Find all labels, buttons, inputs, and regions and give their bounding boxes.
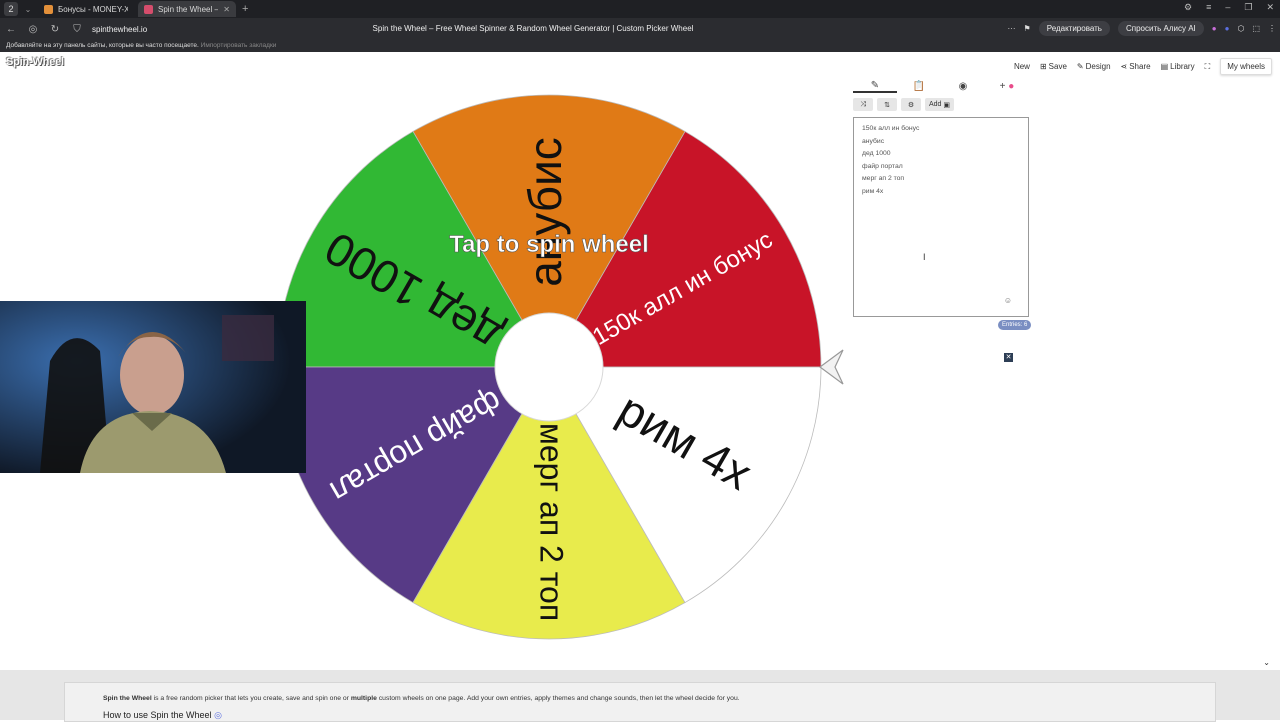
design-label: Design <box>1085 62 1111 71</box>
tab-favicon-icon <box>144 4 153 14</box>
chevron-down-icon[interactable]: ⌄ <box>1263 658 1270 667</box>
close-icon[interactable]: ✕ <box>1004 353 1013 362</box>
entry-line: 150к алл ин бонус <box>862 125 920 132</box>
fullscreen-icon[interactable]: ⛶ <box>1205 62 1211 72</box>
wheel-hub[interactable] <box>494 312 604 422</box>
hide-tab-eye-icon[interactable]: ◉ <box>941 81 985 92</box>
library-label: Library <box>1170 62 1195 71</box>
new-button[interactable]: New <box>1014 62 1030 71</box>
info-icon: ◎ <box>214 710 222 720</box>
edit-button[interactable]: Редактировать <box>1038 21 1110 36</box>
app-header: Spin-Wheel New ⊞ Save ✎ Design ⋖ Share ▤ Lib… <box>0 52 1280 76</box>
image-icon: ▣ <box>943 101 951 109</box>
address-bar: ← ◎ ↻ ⛉ spinthewheel.io Spin the Wheel –… <box>0 18 1280 40</box>
share-button[interactable]: ⋖ Share <box>1121 62 1151 71</box>
edit-tab-pencil-icon[interactable]: ✎ <box>853 80 897 93</box>
tap-to-spin-text[interactable]: Tap to spin wheel <box>449 231 649 259</box>
settings-gear-icon[interactable]: ⚙ <box>901 98 921 111</box>
bookmark-icon[interactable]: ⚑ <box>1024 24 1031 33</box>
app-logo[interactable]: Spin-Wheel <box>6 56 64 68</box>
share-icon: ⋖ <box>1120 62 1128 71</box>
entry-line: анубис <box>862 137 885 145</box>
page-title: Spin the Wheel – Free Wheel Spinner & Ra… <box>372 24 694 33</box>
streamer-video-image <box>0 301 306 473</box>
background-ghost-text <box>0 272 220 298</box>
extensions-icon[interactable]: ⚙ <box>1184 2 1192 13</box>
shuffle-button[interactable]: ⤨ <box>853 98 873 111</box>
page-footer: Spin the Wheel is a free random picker t… <box>0 670 1280 722</box>
import-bookmarks-link[interactable]: Импортировать закладки <box>201 42 277 49</box>
about-text-1: is a free random picker that lets you cr… <box>151 695 351 702</box>
how-to-heading-text: How to use Spin the Wheel <box>103 710 212 720</box>
entries-count-badge: Entries: 6 <box>998 320 1032 330</box>
browser-tab-bar: 2 ⌄ Бонусы - MONEY-X Spin the Wheel – Fr… <box>0 0 1280 18</box>
add-wheel-color-icon[interactable]: + ● <box>985 81 1029 92</box>
entries-textarea[interactable]: 150к алл ин бонус анубис дед 1000 файр п… <box>853 117 1029 317</box>
menu-dots-icon[interactable]: ⋮ <box>1268 24 1276 33</box>
library-button[interactable]: ▤ Library <box>1161 62 1195 71</box>
brush-icon: ✎ <box>1076 62 1084 71</box>
entry-line: мерг ап 2 топ <box>862 175 905 183</box>
minimize-icon[interactable]: – <box>1225 2 1230 13</box>
app-menu: New ⊞ Save ✎ Design ⋖ Share ▤ Library ⛶ My w… <box>1014 58 1280 75</box>
new-tab-icon[interactable]: + <box>242 3 248 15</box>
about-text-2: custom wheels on one page. Add your own … <box>376 695 740 702</box>
browser-tab[interactable]: Бонусы - MONEY-X <box>38 1 134 17</box>
save-icon: ⊞ <box>1039 62 1047 71</box>
share-label: Share <box>1129 62 1151 71</box>
add-image-label: Add <box>929 101 942 108</box>
design-button[interactable]: ✎ Design <box>1077 62 1111 71</box>
bookmarks-bar: Добавляйте на эту панель сайты, которые … <box>0 40 1280 52</box>
window-controls: ⚙ ≡ – ❐ ✕ <box>1184 2 1274 13</box>
new-label: New <box>1013 62 1030 71</box>
about-text: Spin the Wheel is a free random picker t… <box>103 695 1177 702</box>
my-wheels-button[interactable]: My wheels <box>1220 58 1272 75</box>
add-image-button[interactable]: Add ▣ <box>925 98 955 111</box>
chevron-down-icon[interactable]: ⌄ <box>22 5 34 14</box>
save-button[interactable]: ⊞ Save <box>1040 62 1067 71</box>
profile-icon[interactable]: ● <box>1212 24 1217 33</box>
spin-wheel[interactable]: 150к алл ин бонусанубисдед 1000файр порт… <box>260 80 850 655</box>
about-card: Spin the Wheel is a free random picker t… <box>64 682 1216 722</box>
wheel-segment-label: анубис <box>519 137 571 287</box>
editor-tabs: ✎ 📋 ◉ + ● <box>853 78 1029 94</box>
menu-icon[interactable]: ≡ <box>1206 2 1211 13</box>
tab-count-button[interactable]: 2 <box>4 2 18 16</box>
wheel-segment-label: мерг ап 2 топ <box>534 423 570 621</box>
bookmarks-hint: Добавляйте на эту панель сайты, которые … <box>6 42 199 49</box>
entries-editor: ✎ 📋 ◉ + ● ⤨ ⇅ ⚙ Add ▣ 150к алл ин бонус … <box>853 78 1029 317</box>
about-brand: Spin the Wheel <box>103 695 152 702</box>
assistant-icon[interactable]: ● <box>1225 24 1230 33</box>
more-icon[interactable]: ··· <box>1008 24 1016 33</box>
about-bold: multiple <box>350 695 377 702</box>
browser-tab-active[interactable]: Spin the Wheel – Free W ✕ <box>138 1 236 17</box>
webcam-overlay <box>0 301 306 473</box>
downloads-icon[interactable]: ⬚ <box>1252 24 1260 33</box>
entry-line: рим 4х <box>862 187 884 195</box>
editor-toolbar: ⤨ ⇅ ⚙ Add ▣ <box>853 98 1029 111</box>
extensions-icon[interactable]: ⬡ <box>1237 24 1244 33</box>
tab-label: Бонусы - MONEY-X <box>58 4 128 14</box>
how-to-heading: How to use Spin the Wheel ◎ <box>103 710 1177 721</box>
clipboard-tab-icon[interactable]: 📋 <box>897 81 941 92</box>
ask-alice-button[interactable]: Спросить Алису AI <box>1117 21 1204 36</box>
emoji-icon[interactable]: ☺ <box>1004 295 1012 308</box>
save-label: Save <box>1048 62 1067 71</box>
close-window-icon[interactable]: ✕ <box>1266 2 1274 13</box>
library-icon: ▤ <box>1160 62 1169 71</box>
entry-line: файр портал <box>862 162 903 170</box>
wheel-pointer-icon <box>818 349 844 385</box>
close-icon[interactable]: ✕ <box>223 5 230 14</box>
restore-icon[interactable]: ❐ <box>1244 2 1252 13</box>
tab-label: Spin the Wheel – Free W <box>158 4 218 14</box>
entry-line: дед 1000 <box>862 150 891 158</box>
sort-button[interactable]: ⇅ <box>877 98 897 111</box>
text-cursor-icon: I <box>923 252 926 262</box>
tab-favicon-icon <box>44 4 53 14</box>
